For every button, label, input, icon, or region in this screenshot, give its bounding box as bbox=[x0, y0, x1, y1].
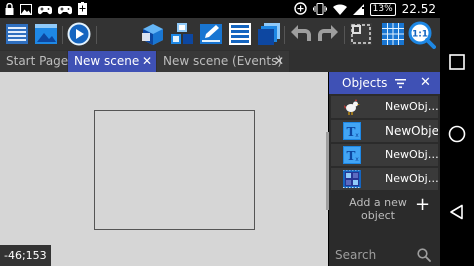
tiled-sprite-icon bbox=[343, 170, 361, 188]
signal-icon bbox=[352, 0, 364, 19]
cubes-icon bbox=[171, 23, 193, 44]
grid-icon bbox=[382, 23, 404, 45]
toolbar-divider bbox=[284, 26, 285, 44]
tab-label: New scene bbox=[74, 54, 140, 68]
toolbar-divider bbox=[344, 26, 345, 44]
system-navigation-bar bbox=[440, 0, 474, 266]
zoom-icon: 1:1 bbox=[408, 21, 436, 49]
add-object-button[interactable]: + bbox=[415, 196, 430, 214]
battery-saver-icon bbox=[293, 0, 307, 19]
mask-icon bbox=[350, 23, 372, 45]
object-name: NewObj… bbox=[385, 100, 438, 113]
status-bar: 13% 22.52 bbox=[0, 0, 440, 18]
objects-search bbox=[329, 244, 440, 266]
object-name: NewObj… bbox=[385, 172, 438, 185]
object-item[interactable]: NewObj… bbox=[331, 168, 438, 190]
object-item[interactable]: NewObj… bbox=[331, 96, 438, 118]
cursor-coordinates: -46;153 bbox=[0, 245, 51, 266]
svg-text:x: x bbox=[355, 156, 359, 163]
add-object-label[interactable]: Add a new object bbox=[349, 196, 407, 222]
tab-start-page[interactable]: Start Page bbox=[0, 51, 69, 72]
search-input[interactable] bbox=[335, 246, 415, 264]
tab-bar: Start Page New scene ✕ New scene (Events… bbox=[0, 50, 440, 72]
panel-title: Objects bbox=[342, 76, 388, 90]
tab-label: Start Page bbox=[6, 54, 69, 68]
close-icon[interactable]: ✕ bbox=[142, 51, 152, 72]
toolbar: 1:1 bbox=[0, 18, 440, 50]
svg-text:T: T bbox=[347, 149, 356, 163]
scene-window-bounds bbox=[94, 110, 255, 230]
clock: 22.52 bbox=[401, 2, 436, 16]
edit-properties-icon bbox=[200, 24, 222, 44]
redo-icon bbox=[318, 25, 338, 41]
toolbar-divider bbox=[62, 26, 63, 44]
back-icon[interactable] bbox=[447, 202, 467, 222]
layers-button[interactable] bbox=[227, 21, 253, 47]
battery-level: 13% bbox=[369, 2, 396, 16]
tab-new-scene[interactable]: New scene ✕ bbox=[68, 51, 156, 72]
properties-button[interactable] bbox=[198, 21, 224, 47]
vibrate-icon bbox=[312, 0, 327, 19]
add-box-icon bbox=[78, 0, 87, 19]
play-preview-button[interactable] bbox=[66, 21, 92, 47]
tab-label: New scene (Events) bbox=[163, 54, 283, 68]
objects-groups-button[interactable] bbox=[169, 21, 195, 47]
cube-icon bbox=[142, 24, 163, 45]
zoom-label: 1:1 bbox=[412, 30, 428, 40]
home-icon[interactable] bbox=[447, 124, 467, 144]
image-icon bbox=[20, 0, 32, 19]
wifi-icon bbox=[332, 0, 347, 19]
undo-button[interactable] bbox=[288, 21, 314, 47]
object-name: NewObje bbox=[385, 124, 438, 138]
layers-icon bbox=[229, 23, 251, 45]
notification-icons bbox=[5, 0, 87, 19]
text-object-icon: T x bbox=[343, 146, 361, 164]
instances-icon bbox=[258, 23, 280, 45]
redo-button[interactable] bbox=[315, 21, 341, 47]
gamepad-icon bbox=[57, 0, 73, 19]
objects-list-button[interactable] bbox=[140, 21, 166, 47]
project-manager-icon bbox=[6, 24, 28, 44]
object-item[interactable]: T x NewObj… bbox=[331, 144, 438, 166]
scene-editor-button[interactable] bbox=[33, 21, 59, 47]
filter-icon[interactable] bbox=[395, 79, 406, 88]
system-icons: 13% 22.52 bbox=[293, 0, 436, 19]
text-object-icon: T x bbox=[343, 122, 361, 140]
objects-panel: Objects ✕ NewObj… T x NewObje T x NewObj… bbox=[329, 72, 440, 266]
scene-icon bbox=[35, 24, 57, 44]
project-manager-button[interactable] bbox=[4, 21, 30, 47]
gamepad-icon bbox=[37, 0, 53, 19]
sprite-object-icon bbox=[343, 98, 361, 116]
scene-canvas[interactable] bbox=[0, 72, 328, 266]
svg-text:x: x bbox=[355, 132, 359, 139]
object-instances-button[interactable] bbox=[256, 21, 282, 47]
close-icon[interactable]: ✕ bbox=[274, 51, 284, 72]
show-mask-button[interactable] bbox=[348, 21, 374, 47]
tab-new-scene-events[interactable]: New scene (Events) ✕ bbox=[157, 51, 289, 72]
recents-icon[interactable] bbox=[447, 52, 467, 72]
zoom-reset-button[interactable]: 1:1 bbox=[408, 21, 436, 49]
undo-icon bbox=[291, 25, 311, 41]
object-item[interactable]: T x NewObje bbox=[331, 120, 438, 142]
lock-icon bbox=[5, 0, 14, 19]
toolbar-divider bbox=[96, 26, 97, 44]
svg-text:T: T bbox=[347, 125, 356, 139]
close-icon[interactable]: ✕ bbox=[420, 72, 431, 94]
grid-button[interactable] bbox=[380, 21, 406, 47]
object-name: NewObj… bbox=[385, 148, 438, 161]
objects-panel-header: Objects ✕ bbox=[329, 72, 440, 94]
play-icon bbox=[67, 22, 91, 46]
search-icon[interactable] bbox=[417, 248, 431, 262]
